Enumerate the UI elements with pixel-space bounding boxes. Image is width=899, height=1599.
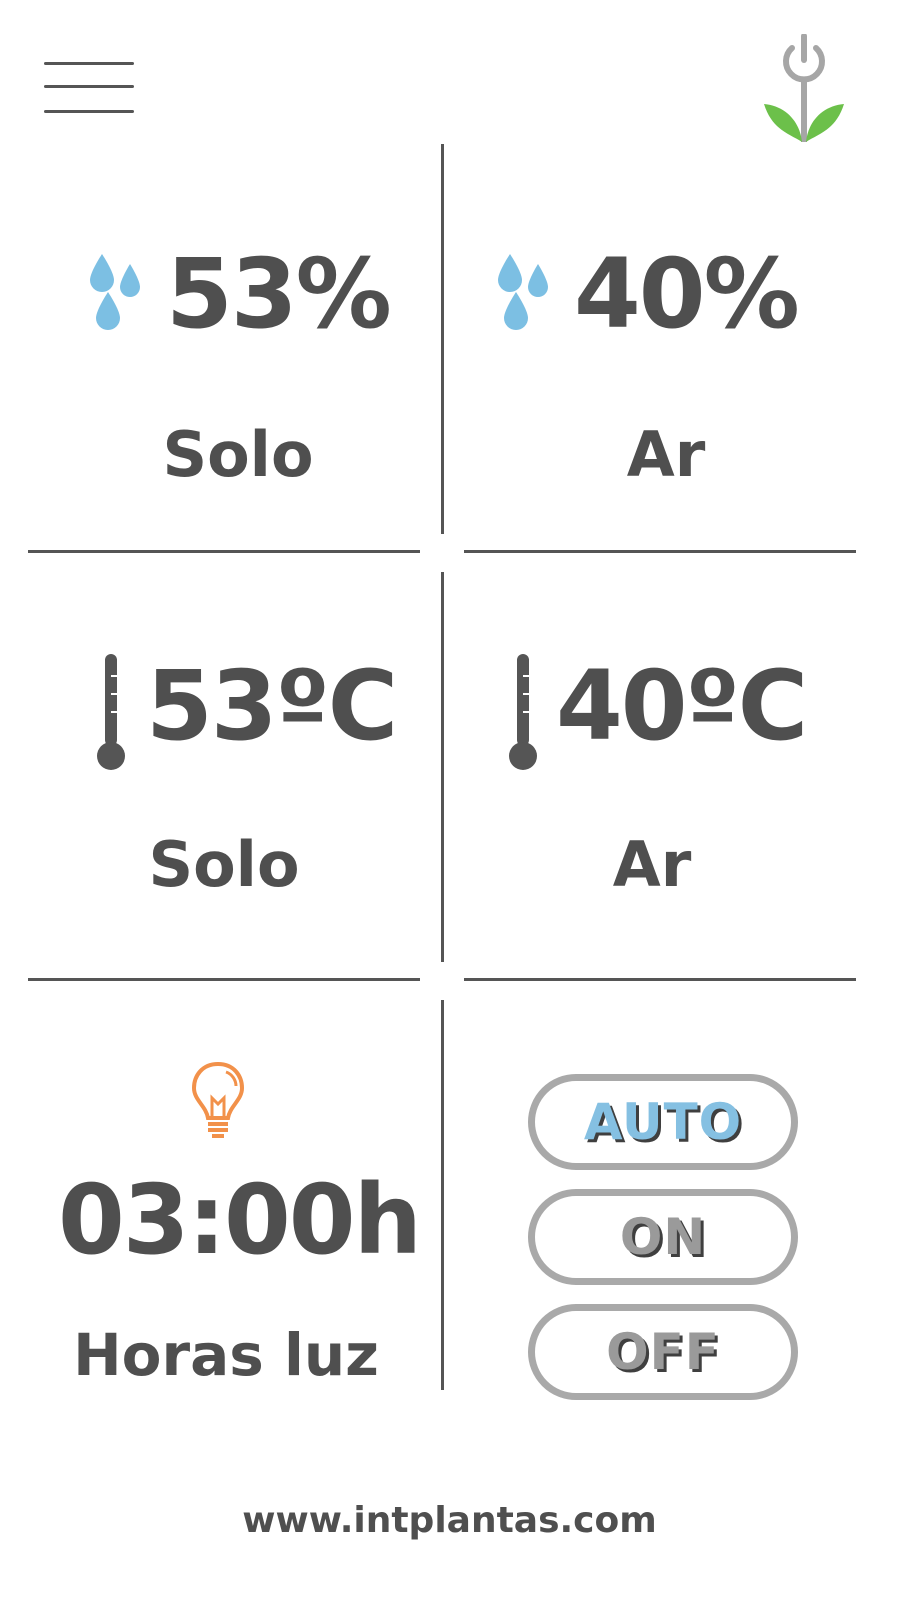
divider-horizontal [464, 978, 856, 981]
soil-temperature-label: Solo [148, 828, 300, 901]
soil-humidity-card: 53% Solo [20, 144, 440, 544]
light-bulb-icon [191, 1061, 245, 1138]
off-mode-label: OFF [606, 1323, 720, 1381]
auto-mode-button[interactable]: AUTO [528, 1074, 798, 1170]
auto-mode-label: AUTO [583, 1093, 743, 1151]
air-humidity-value: 40% [574, 238, 800, 350]
air-temperature-value: 40ºC [556, 650, 808, 762]
air-temperature-card: 40ºC Ar [456, 572, 876, 972]
website-link[interactable]: www.intplantas.com [0, 1500, 899, 1541]
water-drops-icon [90, 254, 140, 330]
soil-humidity-label: Solo [162, 418, 314, 491]
water-drops-icon [498, 254, 548, 330]
air-humidity-label: Ar [626, 418, 706, 491]
divider-horizontal [464, 550, 856, 553]
soil-temperature-value: 53ºC [146, 650, 398, 762]
plant-power-logo-icon [762, 33, 846, 146]
light-hours-label: Horas luz [73, 1321, 379, 1389]
divider-vertical [441, 572, 444, 962]
hamburger-menu-icon[interactable] [44, 60, 134, 116]
soil-humidity-value: 53% [166, 238, 392, 350]
soil-temperature-card: 53ºC Solo [20, 572, 440, 972]
on-mode-button[interactable]: ON [528, 1189, 798, 1285]
thermometer-icon [509, 654, 537, 770]
divider-horizontal [28, 550, 420, 553]
divider-horizontal [28, 978, 420, 981]
thermometer-icon [97, 654, 125, 770]
light-hours-card: 03:00h Horas luz [20, 1000, 440, 1400]
off-mode-button[interactable]: OFF [528, 1304, 798, 1400]
light-hours-value: 03:00h [58, 1164, 422, 1276]
divider-vertical [441, 1000, 444, 1390]
on-mode-label: ON [619, 1208, 707, 1266]
air-temperature-label: Ar [612, 828, 692, 901]
air-humidity-card: 40% Ar [456, 144, 876, 544]
